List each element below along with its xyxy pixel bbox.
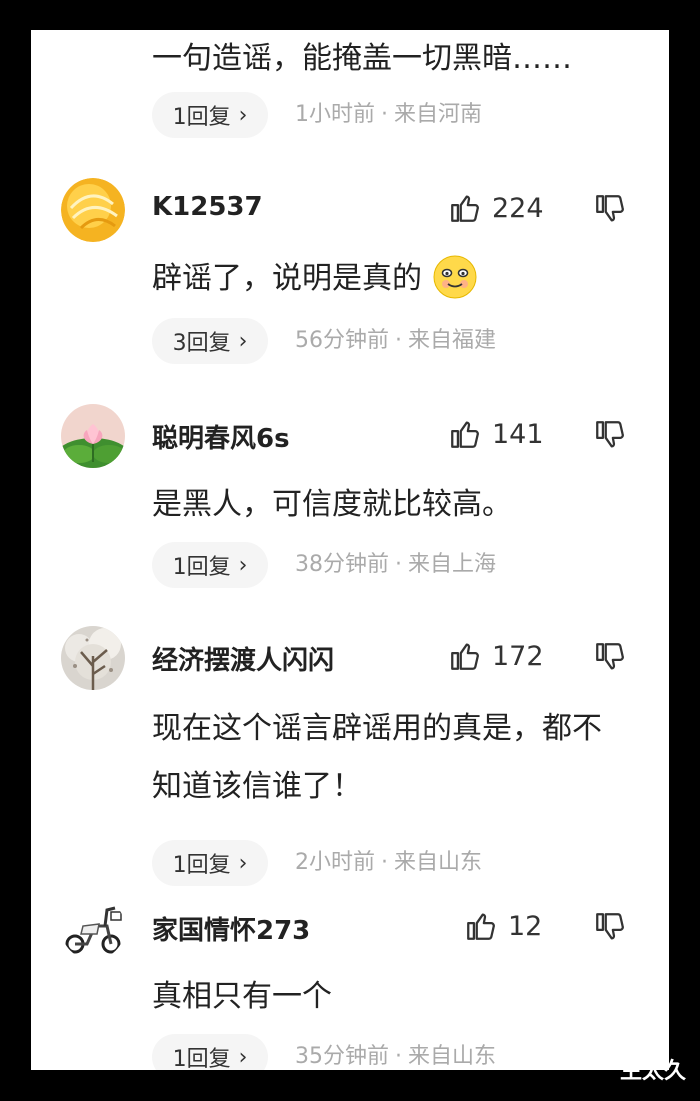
reply-count-label: 1回复 [172,105,231,130]
comment-meta: 2小时前 · 来自山东 [295,850,483,875]
thumbs-down-icon[interactable] [593,192,627,226]
comment-text: 一句造谣，能掩盖一切黑暗…… [152,41,572,76]
thumbs-down-icon[interactable] [593,910,627,944]
comment-location: 来自河南 [394,102,483,127]
comment-location: 来自山东 [408,1044,497,1069]
user-avatar[interactable] [61,896,125,960]
reply-count-label: 1回复 [172,1047,231,1070]
thumbs-down-icon[interactable] [593,640,627,674]
chevron-right-icon: › [238,850,248,876]
like-button[interactable]: 141 [448,414,598,454]
user-avatar[interactable] [61,178,125,242]
thumbs-up-icon [451,643,479,670]
user-avatar[interactable] [61,404,125,468]
watermark: 生太久 [619,1059,686,1084]
comment-text: 现在这个谣言辟谣用的真是，都不知道该信谁了！ [152,711,602,804]
chevron-right-icon: › [238,328,248,354]
reply-count-button[interactable]: 1回复 › [152,92,268,138]
comment-text: 辟谣了，说明是真的 [152,252,622,306]
like-count: 141 [492,418,544,450]
tree-avatar [61,626,125,690]
comment-location: 来自上海 [408,552,497,577]
comment-location: 来自山东 [394,850,483,875]
comment-time: 35分钟前 [295,1044,389,1069]
like-button[interactable]: 172 [448,636,598,676]
comment-list: 一句造谣，能掩盖一切黑暗…… 1回复 › 1小时前 · 来自河南 K12537 22… [31,30,669,1070]
comment-item: 家国情怀273 12 真相只有一个 1回复 › 35分钟前 · 来自山东 [31,896,669,1070]
comment-time: 38分钟前 [295,552,389,577]
thumbs-up-icon [467,913,495,940]
username[interactable]: 家国情怀273 [152,910,310,947]
thumbs-down-icon[interactable] [593,418,627,452]
lotus-avatar [61,404,125,468]
like-button[interactable]: 224 [448,188,598,228]
username[interactable]: K12537 [152,192,263,222]
like-count: 12 [508,910,543,942]
like-count: 172 [492,640,544,672]
smiling-face-emoji [433,255,477,299]
like-button[interactable]: 12 [464,906,614,946]
orange-noodles-avatar [61,178,125,242]
comment-meta: 56分钟前 · 来自福建 [295,328,497,353]
comment-time: 56分钟前 [295,328,389,353]
comment-item: 聪明春风6s 141 是黑人，可信度就比较高。 1回复 › 38分钟前 · 来自上海 [31,404,669,604]
scooter-avatar [61,896,125,960]
thumbs-up-icon [451,421,479,448]
comment-item: 一句造谣，能掩盖一切黑暗…… 1回复 › 1小时前 · 来自河南 [31,30,669,150]
comment-item: K12537 224 辟谣了，说明是真的 3回复 › 56分钟前 · 来自福建 [31,178,669,378]
user-avatar[interactable] [61,626,125,690]
reply-count-button[interactable]: 3回复 › [152,318,268,364]
comment-meta: 38分钟前 · 来自上海 [295,552,497,577]
chevron-right-icon: › [238,552,248,578]
reply-count-label: 3回复 [172,331,231,356]
comment-time: 1小时前 [295,102,375,127]
comment-text: 是黑人，可信度就比较高。 [152,487,512,522]
reply-count-label: 1回复 [172,853,231,878]
comment-text-content: 辟谣了，说明是真的 [152,261,422,296]
reply-count-button[interactable]: 1回复 › [152,1034,268,1070]
username[interactable]: 聪明春风6s [152,418,290,455]
reply-count-button[interactable]: 1回复 › [152,840,268,886]
comment-text: 真相只有一个 [152,979,332,1014]
like-count: 224 [492,192,544,224]
chevron-right-icon: › [238,102,248,128]
reply-count-button[interactable]: 1回复 › [152,542,268,588]
username[interactable]: 经济摆渡人闪闪 [152,640,334,677]
comment-meta: 1小时前 · 来自河南 [295,102,483,127]
thumbs-up-icon [451,195,479,222]
comment-location: 来自福建 [408,328,497,353]
comment-meta: 35分钟前 · 来自山东 [295,1044,497,1069]
comment-time: 2小时前 [295,850,375,875]
reply-count-label: 1回复 [172,555,231,580]
chevron-right-icon: › [238,1044,248,1070]
comment-item: 经济摆渡人闪闪 172 现在这个谣言辟谣用的真是，都不知道该信谁了！ 1回复 ›… [31,626,669,886]
